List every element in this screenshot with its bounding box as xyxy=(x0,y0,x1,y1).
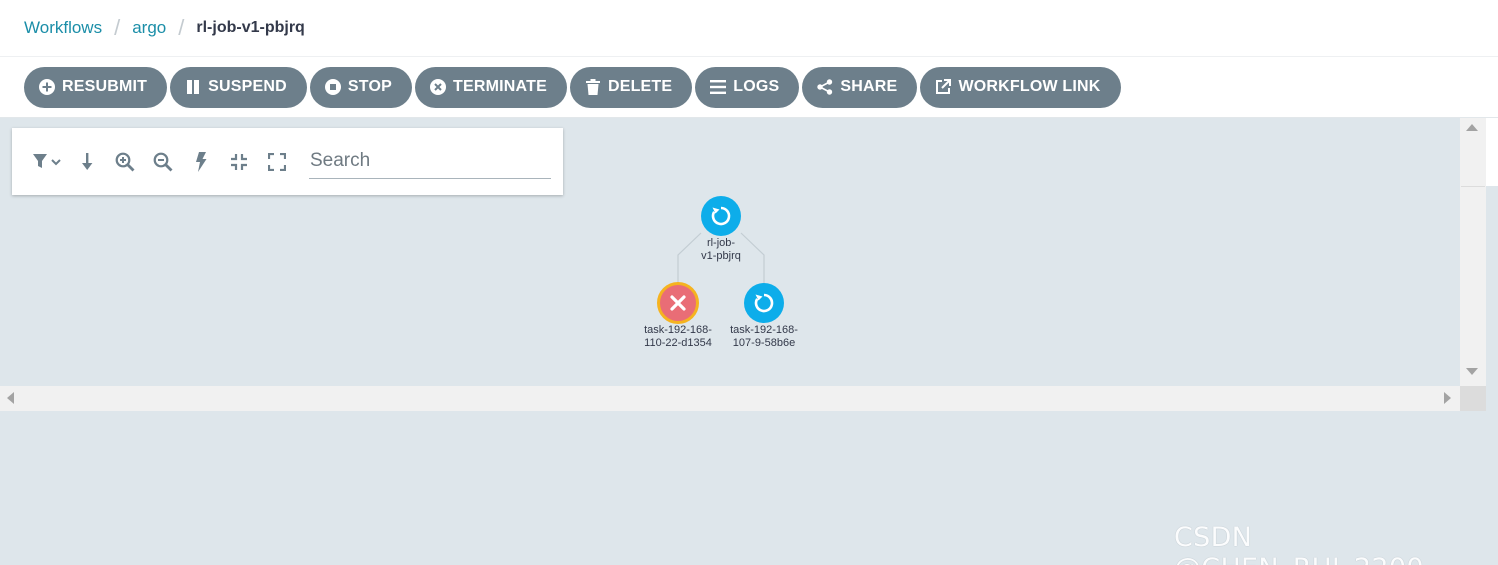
compress-icon[interactable] xyxy=(220,147,258,177)
share-label: SHARE xyxy=(840,78,898,95)
breadcrumb-namespace-link[interactable]: argo xyxy=(132,18,166,38)
terminate-label: TERMINATE xyxy=(453,78,547,95)
breadcrumb-separator: / xyxy=(178,15,185,40)
horizontal-scrollbar[interactable] xyxy=(0,386,1460,411)
pause-icon xyxy=(185,79,201,95)
graph-search-input[interactable] xyxy=(309,144,551,179)
workflow-graph[interactable]: rl-job- v1-pbjrq task-192-168- 110-22-d1… xyxy=(0,118,1460,386)
filter-icon[interactable] xyxy=(30,147,68,177)
share-icon xyxy=(817,79,833,95)
page-right-edge xyxy=(1486,118,1498,565)
page-right-edge-fill xyxy=(1486,186,1498,565)
scroll-left-arrow-icon[interactable] xyxy=(7,392,14,404)
workflow-link-button[interactable]: WORKFLOW LINK xyxy=(920,66,1121,108)
node-label-line: 107-9-58b6e xyxy=(732,337,796,349)
stop-circle-icon xyxy=(324,79,341,95)
breadcrumb-current-workflow: rl-job-v1-pbjrq xyxy=(196,19,305,36)
suspend-label: SUSPEND xyxy=(208,78,287,95)
plus-circle-icon xyxy=(39,79,55,95)
scroll-up-arrow-icon[interactable] xyxy=(1466,124,1478,131)
terminate-button[interactable]: TERMINATE xyxy=(415,66,567,108)
delete-label: DELETE xyxy=(607,78,673,95)
stop-label: STOP xyxy=(347,78,392,95)
graph-node-task-failed[interactable] xyxy=(657,282,699,324)
vertical-scrollbar[interactable] xyxy=(1460,118,1486,386)
graph-node-label: task-192-168- 107-9-58b6e xyxy=(709,324,819,350)
share-button[interactable]: SHARE xyxy=(802,66,918,108)
scroll-down-arrow-icon[interactable] xyxy=(1466,368,1478,375)
workflow-link-label: WORKFLOW LINK xyxy=(958,78,1101,95)
zoom-in-icon[interactable] xyxy=(106,147,144,177)
delete-button[interactable]: DELETE xyxy=(569,66,693,108)
expand-icon[interactable] xyxy=(258,147,296,177)
node-label-line: task-192-168- xyxy=(730,324,798,336)
graph-node-label: rl-job- v1-pbjrq xyxy=(666,237,776,263)
watermark-text: CSDN @CHEN_RUI_2200 xyxy=(1174,522,1424,565)
logs-button[interactable]: LOGS xyxy=(695,66,800,108)
breadcrumb-workflows-link[interactable]: Workflows xyxy=(24,18,102,38)
bolt-icon[interactable] xyxy=(182,147,220,177)
stop-button[interactable]: STOP xyxy=(309,66,412,108)
resubmit-button[interactable]: RESUBMIT xyxy=(24,66,168,108)
close-icon xyxy=(670,295,686,311)
sync-icon xyxy=(711,206,731,226)
trash-icon xyxy=(585,79,601,95)
graph-node-task-running[interactable] xyxy=(744,283,784,323)
external-link-icon xyxy=(935,79,952,95)
node-label-line: rl-job- xyxy=(706,237,736,249)
node-label-line: v1-pbjrq xyxy=(701,250,741,262)
breadcrumb-separator: / xyxy=(114,15,121,40)
sync-icon xyxy=(754,293,774,313)
suspend-button[interactable]: SUSPEND xyxy=(170,66,307,108)
graph-node-workflow-root[interactable] xyxy=(701,196,741,236)
resubmit-label: RESUBMIT xyxy=(62,78,148,95)
scrollbar-corner xyxy=(1460,386,1486,411)
bars-icon xyxy=(710,79,727,95)
workflow-action-toolbar: RESUBMIT SUSPEND STOP TERMINATE DELETE L… xyxy=(0,57,1498,118)
arrow-down-icon[interactable] xyxy=(68,147,106,177)
logs-label: LOGS xyxy=(733,78,780,95)
scroll-right-arrow-icon[interactable] xyxy=(1444,392,1451,404)
scrollbar-track[interactable] xyxy=(1461,186,1485,370)
times-circle-icon xyxy=(430,79,446,95)
graph-options-panel xyxy=(12,128,563,195)
zoom-out-icon[interactable] xyxy=(144,147,182,177)
breadcrumb: Workflows / argo / rl-job-v1-pbjrq xyxy=(0,0,1498,57)
